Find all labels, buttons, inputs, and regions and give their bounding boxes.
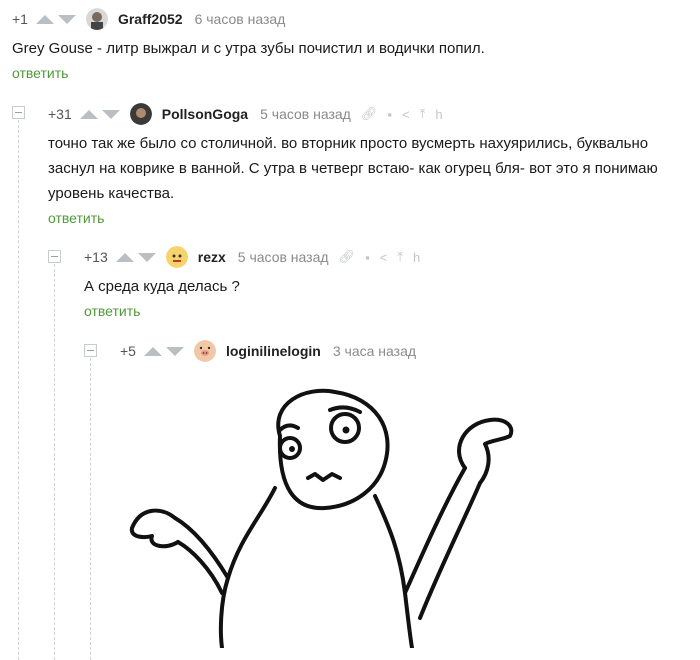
comment: +13 rezx 5 часов назад 🔗︎ ▪ < ⤒ h А сред… (84, 246, 644, 321)
collapse-toggle[interactable] (12, 106, 25, 119)
save-icon[interactable]: ▪ (365, 250, 370, 265)
comment-header: +1 Graff2052 6 часов назад (12, 8, 632, 30)
upvote-icon[interactable] (79, 109, 98, 119)
upvote-icon[interactable] (115, 252, 134, 262)
username[interactable]: loginilinelogin (226, 343, 321, 359)
more-icon[interactable]: h (435, 107, 442, 122)
link-icon[interactable]: 🔗︎ (361, 106, 378, 122)
username[interactable]: PollsonGoga (162, 106, 248, 122)
username[interactable]: Graff2052 (118, 11, 183, 27)
collapse-toggle[interactable] (48, 250, 61, 263)
timestamp[interactable]: 6 часов назад (195, 11, 286, 27)
pin-icon[interactable]: ⤒ (397, 249, 403, 265)
comment: +1 Graff2052 6 часов назад Grey Gouse - … (12, 8, 632, 83)
avatar[interactable] (193, 340, 216, 362)
collapse-toggle[interactable] (84, 344, 97, 357)
pin-icon[interactable]: ⤒ (420, 106, 426, 122)
comment-text: Grey Gouse - литр выжрал и с утра зубы п… (12, 40, 485, 57)
comment-header: +31 PollsonGoga 5 часов назад 🔗︎ ▪ < ⤒ h (48, 103, 688, 125)
downvote-icon[interactable] (137, 252, 156, 262)
more-icon[interactable]: h (413, 250, 420, 265)
thread-line (90, 358, 91, 660)
comment-actions: 🔗︎ ▪ < ⤒ h (339, 249, 421, 265)
comment-text: точно так же было со столичной. во вторн… (48, 135, 658, 202)
comment: +5 loginilinelogin 3 часа назад (120, 340, 426, 362)
comment-header: +13 rezx 5 часов назад 🔗︎ ▪ < ⤒ h (84, 246, 644, 268)
rating: +31 (48, 106, 72, 122)
username[interactable]: rezx (198, 249, 226, 265)
downvote-icon[interactable] (101, 109, 120, 119)
share-icon[interactable]: < (402, 107, 410, 122)
reply-link[interactable]: ответить (84, 303, 140, 319)
thread-line (54, 264, 55, 660)
timestamp[interactable]: 3 часа назад (333, 343, 416, 359)
timestamp[interactable]: 5 часов назад (238, 249, 329, 265)
reply-link[interactable]: ответить (48, 210, 104, 226)
meme-image (120, 378, 520, 650)
downvote-icon[interactable] (165, 346, 184, 356)
rating: +5 (120, 343, 136, 359)
rating: +13 (84, 249, 108, 265)
avatar[interactable] (129, 103, 152, 125)
rating: +1 (12, 11, 28, 27)
share-icon[interactable]: < (380, 250, 388, 265)
upvote-icon[interactable] (35, 14, 54, 24)
reply-link[interactable]: ответить (12, 65, 68, 81)
comment-actions: 🔗︎ ▪ < ⤒ h (361, 106, 443, 122)
comment: +31 PollsonGoga 5 часов назад 🔗︎ ▪ < ⤒ h… (48, 103, 688, 228)
comment-text: А среда куда делась ? (84, 278, 240, 295)
downvote-icon[interactable] (57, 14, 76, 24)
comment-header: +5 loginilinelogin 3 часа назад (120, 340, 426, 362)
save-icon[interactable]: ▪ (387, 107, 392, 122)
thread-line (18, 120, 19, 660)
upvote-icon[interactable] (143, 346, 162, 356)
timestamp[interactable]: 5 часов назад (260, 106, 351, 122)
avatar[interactable] (85, 8, 108, 30)
avatar[interactable] (165, 246, 188, 268)
link-icon[interactable]: 🔗︎ (339, 249, 356, 265)
